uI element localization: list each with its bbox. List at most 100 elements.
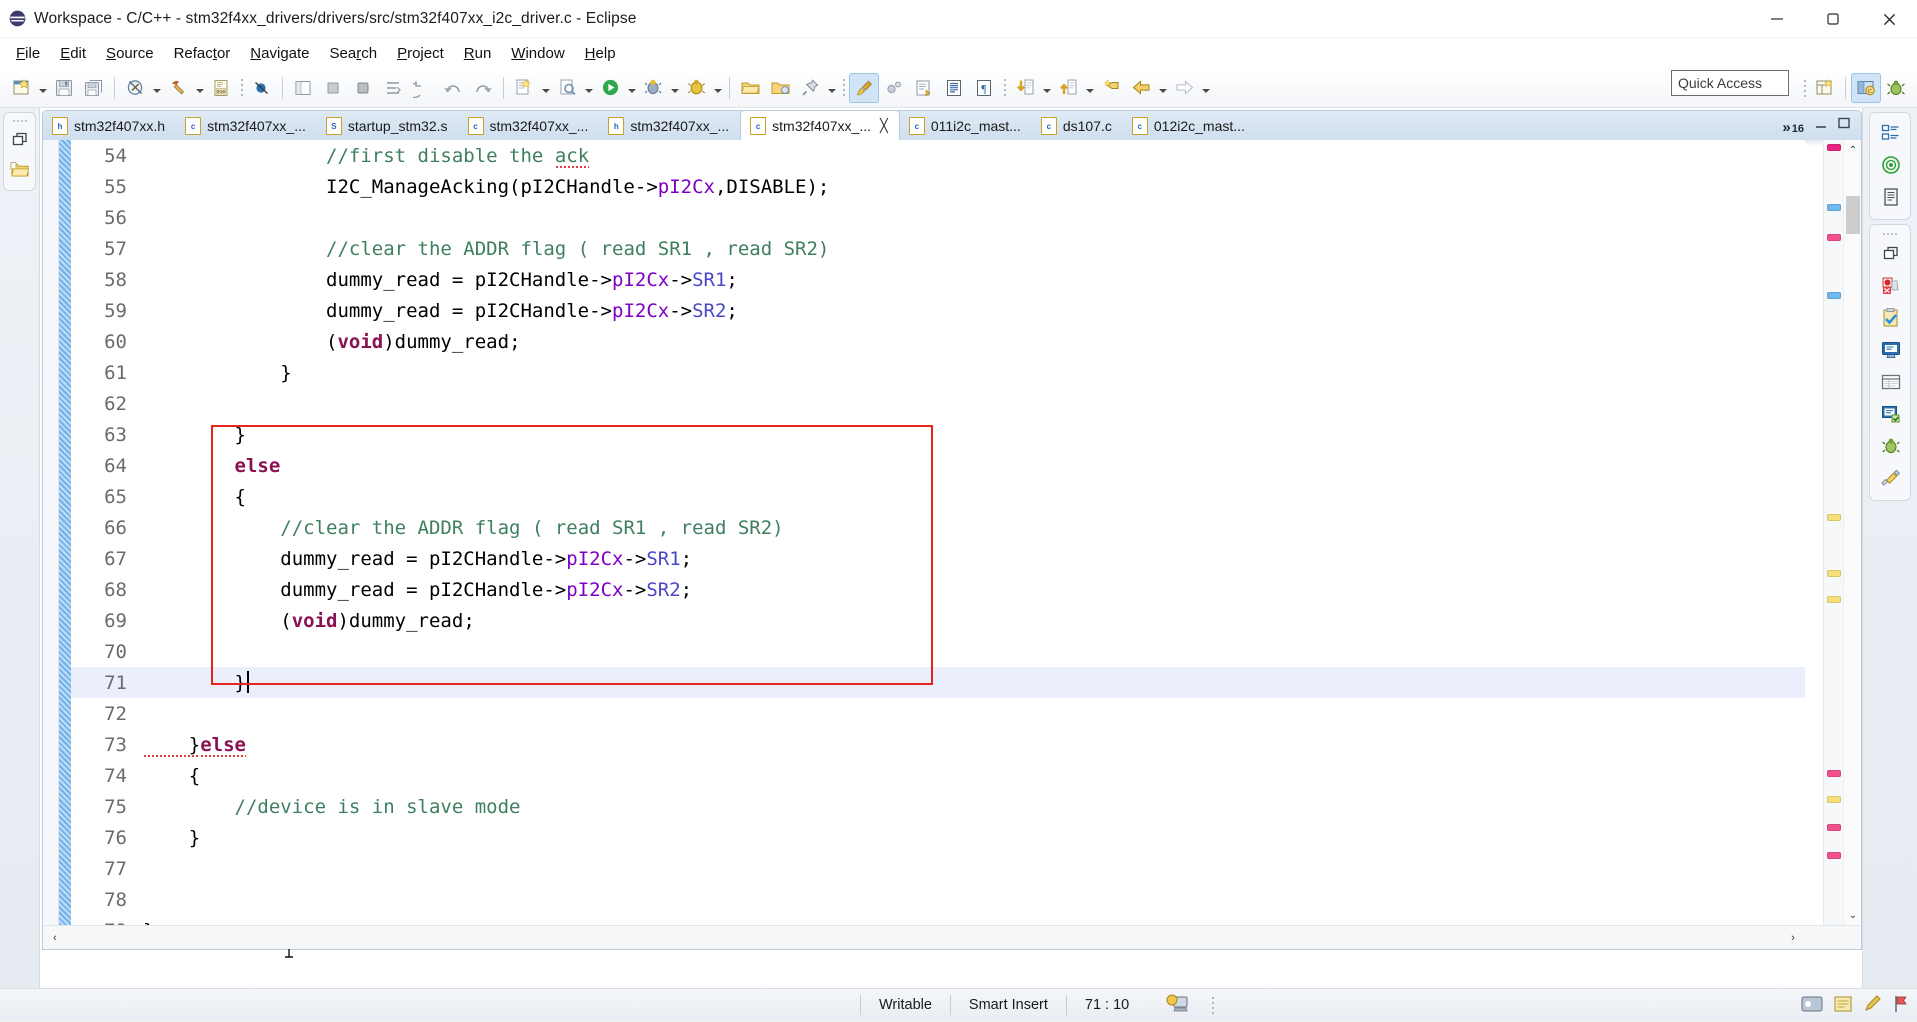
expressions-icon[interactable] <box>1870 462 1912 494</box>
project-explorer-icon[interactable] <box>4 155 36 185</box>
code-line[interactable]: 69 (void)dummy_read; <box>71 605 1805 636</box>
editor-vertical-scrollbar[interactable]: ⌃ ⌄ <box>1843 140 1861 925</box>
right-stack-drag-handle[interactable] <box>1870 229 1910 238</box>
run-dropdown-arrow[interactable] <box>625 74 638 102</box>
scroll-right-button[interactable]: › <box>1781 927 1805 949</box>
menu-edit[interactable]: Edit <box>50 43 96 64</box>
editor-tab[interactable]: S startup_stm32.s <box>317 111 459 140</box>
properties-icon[interactable] <box>1870 366 1912 398</box>
open-type-dropdown-arrow[interactable] <box>539 74 552 102</box>
search-dropdown-arrow[interactable] <box>582 74 595 102</box>
code-line[interactable]: 76 } <box>71 822 1805 853</box>
last-edit-location-icon[interactable] <box>1096 73 1126 103</box>
menu-window[interactable]: Window <box>501 43 574 64</box>
code-line[interactable]: 61 } <box>71 357 1805 388</box>
editor-tab[interactable]: c stm32f407xx_... <box>176 111 317 140</box>
terminate-icon[interactable] <box>318 73 348 103</box>
toggle-mark-occurrences-icon[interactable] <box>849 72 879 103</box>
overview-ruler-mark[interactable] <box>1827 514 1841 521</box>
skip-breakpoints-icon[interactable] <box>247 73 277 103</box>
overview-ruler-mark[interactable] <box>1827 144 1841 151</box>
external-tools-icon[interactable] <box>681 73 711 103</box>
external-tools-dropdown-arrow[interactable] <box>711 74 724 102</box>
breakpoints-icon[interactable] <box>1870 270 1912 302</box>
code-line[interactable]: 73 }else <box>71 729 1805 760</box>
overview-ruler-mark[interactable] <box>1827 824 1841 831</box>
code-line[interactable]: 60 (void)dummy_read; <box>71 326 1805 357</box>
code-line[interactable]: 72 <box>71 698 1805 729</box>
back-icon[interactable] <box>1126 73 1156 103</box>
tasks-icon[interactable] <box>1870 302 1912 334</box>
build-dropdown-arrow[interactable] <box>150 74 163 102</box>
open-folder-icon[interactable] <box>735 73 765 103</box>
overview-ruler-mark[interactable] <box>1827 204 1841 211</box>
close-icon[interactable]: ╳ <box>880 118 888 134</box>
restore-icon[interactable] <box>1870 238 1912 270</box>
pin-dropdown-arrow[interactable] <box>825 74 838 102</box>
code-line[interactable]: 62 <box>71 388 1805 419</box>
previous-annotation-icon[interactable] <box>1053 73 1083 103</box>
code-line[interactable]: 63 } <box>71 419 1805 450</box>
search-icon[interactable] <box>552 73 582 103</box>
editor-tab[interactable]: c 011i2c_mast... <box>900 111 1032 140</box>
source-editor[interactable]: 54 //first disable the ack 55 I2C_ManageA… <box>42 140 1862 958</box>
code-line[interactable]: 79} <box>71 915 1805 926</box>
perspective-drag-handle[interactable] <box>1801 76 1808 100</box>
outline-icon[interactable] <box>1870 117 1912 149</box>
code-line[interactable]: 56 <box>71 202 1805 233</box>
code-line[interactable]: 75 //device is in slave mode <box>71 791 1805 822</box>
menu-help[interactable]: Help <box>575 43 626 64</box>
run-icon[interactable] <box>595 73 625 103</box>
build-targets-icon[interactable] <box>1870 149 1912 181</box>
next-annotation-dropdown-arrow[interactable] <box>1040 74 1053 102</box>
code-line[interactable]: 66 //clear the ADDR flag ( read SR1 , re… <box>71 512 1805 543</box>
build-all-icon[interactable] <box>120 73 150 103</box>
toggle-block-selection-icon[interactable] <box>879 73 909 103</box>
code-line[interactable]: 70 <box>71 636 1805 667</box>
code-line[interactable]: 54 //first disable the ack <box>71 140 1805 171</box>
menu-refactor[interactable]: Refactor <box>164 43 241 64</box>
open-perspective-icon[interactable] <box>1810 73 1840 103</box>
previous-annotation-dropdown-arrow[interactable] <box>1083 74 1096 102</box>
console-icon[interactable] <box>1801 995 1823 1017</box>
flag-icon[interactable] <box>1893 995 1909 1017</box>
build-status-icon[interactable] <box>1147 992 1207 1018</box>
code-line[interactable]: 71 } <box>71 667 1805 698</box>
code-line[interactable]: 68 dummy_read = pI2CHandle->pI2Cx->SR2; <box>71 574 1805 605</box>
console-icon[interactable] <box>1870 334 1912 366</box>
show-line-numbers-icon[interactable] <box>939 73 969 103</box>
code-line[interactable]: 64 else <box>71 450 1805 481</box>
scroll-up-button[interactable]: ⌃ <box>1844 140 1862 160</box>
editor-tab[interactable]: c ds107.c <box>1032 111 1123 140</box>
new-dropdown-arrow[interactable] <box>36 74 49 102</box>
pin-icon[interactable] <box>795 73 825 103</box>
notes-icon[interactable] <box>1833 995 1853 1017</box>
toolbar-drag-handle[interactable] <box>238 76 245 100</box>
binary-icon[interactable]: 010 <box>206 73 236 103</box>
menu-file[interactable]: File <box>6 43 50 64</box>
editor-tab[interactable]: h stm32f407xx_... <box>599 111 740 140</box>
menu-search[interactable]: Search <box>320 43 388 64</box>
editor-tab-active[interactable]: c stm32f407xx_... ╳ <box>740 111 900 140</box>
hammer-dropdown-arrow[interactable] <box>193 74 206 102</box>
overview-ruler-mark[interactable] <box>1827 570 1841 577</box>
code-area[interactable]: 54 //first disable the ack 55 I2C_ManageA… <box>71 140 1805 925</box>
code-line[interactable]: 58 dummy_read = pI2CHandle->pI2Cx->SR1; <box>71 264 1805 295</box>
scroll-down-button[interactable]: ⌄ <box>1844 905 1862 925</box>
step-return-icon[interactable] <box>408 73 438 103</box>
code-line[interactable]: 74 { <box>71 760 1805 791</box>
show-whitespace-icon[interactable] <box>909 73 939 103</box>
editor-tab[interactable]: h stm32f407xx.h <box>43 111 176 140</box>
scrollbar-thumb[interactable] <box>1846 196 1860 234</box>
left-stack-drag-handle[interactable] <box>4 116 35 125</box>
code-line[interactable]: 57 //clear the ADDR flag ( read SR1 , re… <box>71 233 1805 264</box>
editor-tab[interactable]: c stm32f407xx_... <box>459 111 600 140</box>
scroll-left-button[interactable]: ‹ <box>43 927 67 949</box>
restore-icon[interactable] <box>4 125 36 155</box>
new-window-icon[interactable] <box>288 73 318 103</box>
save-all-icon[interactable] <box>79 73 109 103</box>
folding-gutter[interactable] <box>43 140 59 925</box>
c-cpp-perspective-icon[interactable]: C <box>1851 73 1881 103</box>
menu-source[interactable]: Source <box>96 43 164 64</box>
code-line[interactable]: 78 <box>71 884 1805 915</box>
